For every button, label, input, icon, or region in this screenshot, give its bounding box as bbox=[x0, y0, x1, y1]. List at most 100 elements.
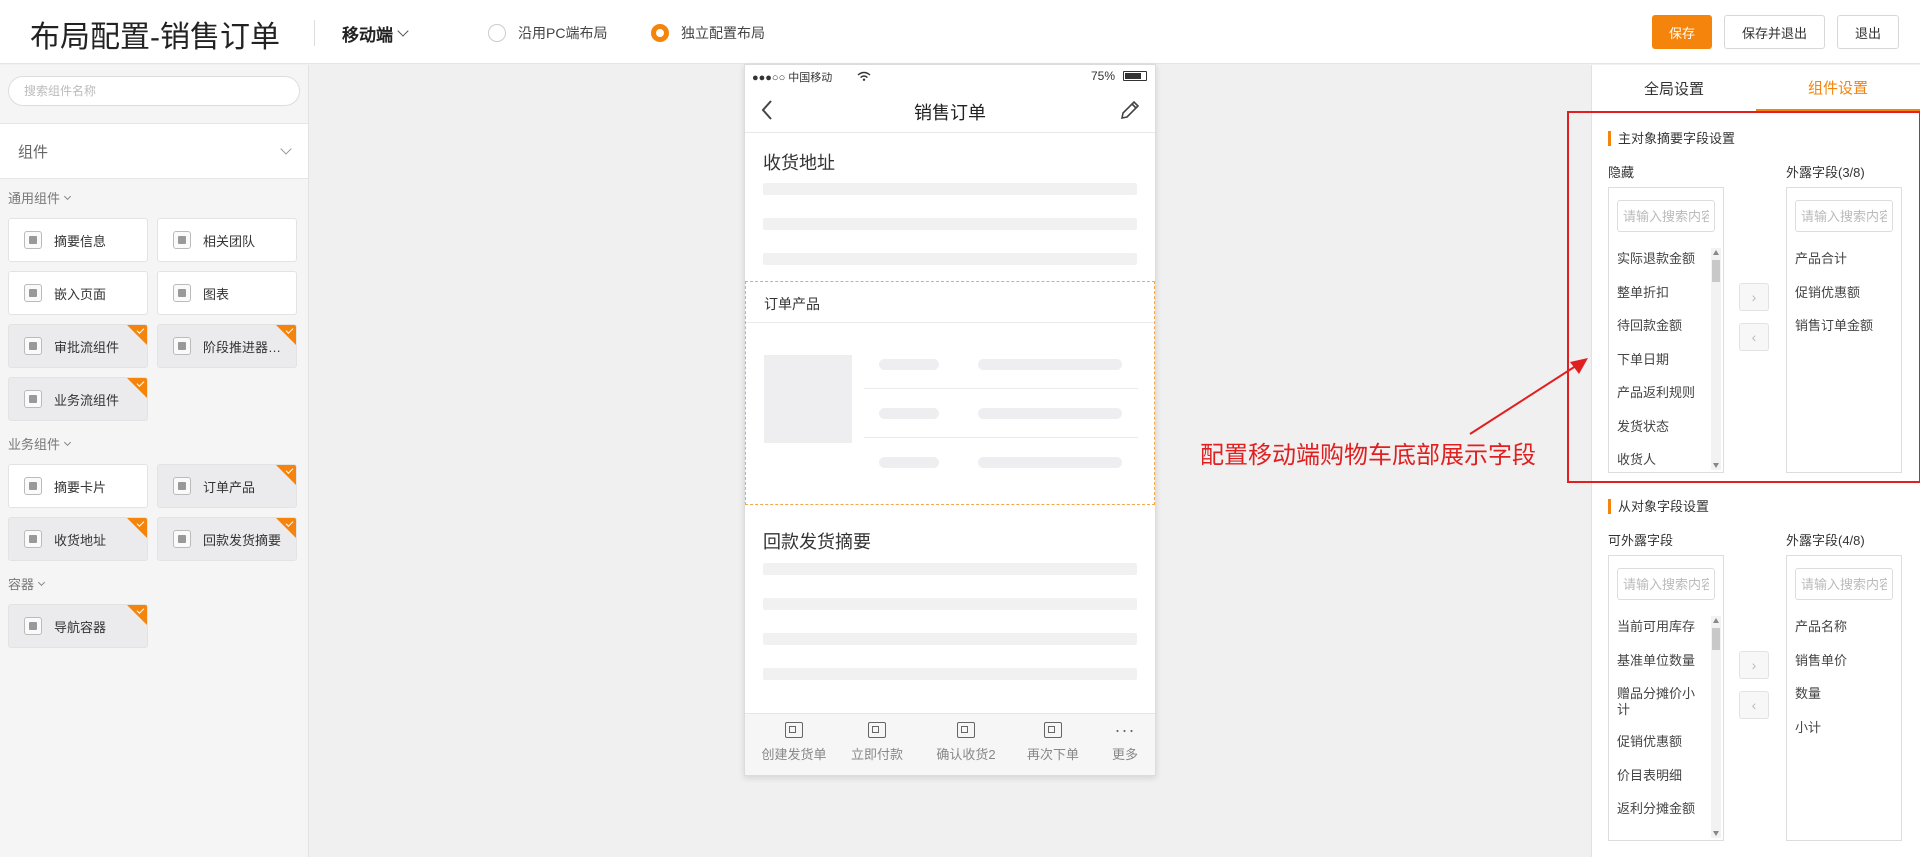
scroll-down-icon bbox=[1713, 831, 1719, 836]
save-button[interactable]: 保存 bbox=[1652, 15, 1712, 49]
available-fields-search[interactable] bbox=[1617, 568, 1715, 600]
device-dropdown[interactable]: 移动端 bbox=[342, 21, 409, 46]
main-settings-title: 主对象摘要字段设置 bbox=[1608, 131, 1735, 146]
sub-exposed-fields-list[interactable]: 产品名称 销售单价 数量 小计 bbox=[1786, 555, 1902, 841]
action-pay-now[interactable]: 立即付款 bbox=[845, 722, 909, 763]
tile-chart[interactable]: 图表 bbox=[157, 271, 297, 315]
available-fields-list[interactable]: 当前可用库存 基准单位数量 赠品分摊价小计 促销优惠额 价目表明细 返利分摊金额 bbox=[1608, 555, 1724, 841]
chevron-down-icon bbox=[63, 438, 72, 446]
page-title: 布局配置-销售订单 bbox=[30, 21, 280, 54]
action-label: 立即付款 bbox=[850, 747, 903, 762]
tile-summary-card[interactable]: 摘要卡片 bbox=[8, 464, 148, 508]
list-item[interactable]: 待回款金额 bbox=[1617, 318, 1705, 334]
available-fields-label: 可外露字段 bbox=[1608, 533, 1674, 548]
component-search-input[interactable] bbox=[8, 76, 300, 106]
tile-nav-container[interactable]: 导航容器 bbox=[8, 604, 148, 648]
radio-independent-layout[interactable]: 独立配置布局 bbox=[651, 23, 765, 43]
added-check-icon bbox=[127, 518, 147, 538]
list-item[interactable]: 销售单价 bbox=[1795, 653, 1883, 669]
chart-icon bbox=[173, 284, 191, 302]
tile-stage-progress[interactable]: 阶段推进器组件 bbox=[157, 324, 297, 368]
tile-payment-summary[interactable]: 回款发货摘要 bbox=[157, 517, 297, 561]
tile-shipping-address[interactable]: 收货地址 bbox=[8, 517, 148, 561]
skeleton-pill bbox=[879, 408, 939, 419]
section-order-products-title: 订单产品 bbox=[764, 296, 820, 312]
tile-business-flow[interactable]: 业务流组件 bbox=[8, 377, 148, 421]
action-reorder[interactable]: 再次下单 bbox=[1023, 722, 1083, 763]
tile-order-products[interactable]: 订单产品 bbox=[157, 464, 297, 508]
skeleton-bar bbox=[763, 183, 1137, 195]
sub-move-right-button[interactable]: › bbox=[1739, 651, 1769, 679]
list-item[interactable]: 赠品分摊价小计 bbox=[1617, 686, 1705, 718]
components-collapse-header[interactable]: 组件 bbox=[0, 123, 308, 179]
move-right-button[interactable]: › bbox=[1739, 283, 1769, 311]
tab-global-settings[interactable]: 全局设置 bbox=[1592, 65, 1756, 111]
exit-button[interactable]: 退出 bbox=[1837, 15, 1899, 49]
added-check-icon bbox=[276, 518, 296, 538]
tile-embed-page[interactable]: 嵌入页面 bbox=[8, 271, 148, 315]
top-header: 布局配置-销售订单 移动端 沿用PC端布局 独立配置布局 保存 保存并退出 退出 bbox=[0, 0, 1920, 64]
save-exit-button[interactable]: 保存并退出 bbox=[1724, 15, 1825, 49]
hidden-fields-search[interactable] bbox=[1617, 200, 1715, 232]
action-more[interactable]: ··· 更多 bbox=[1105, 720, 1145, 763]
list-item[interactable]: 收货人 bbox=[1617, 452, 1705, 468]
section-address-title: 收货地址 bbox=[763, 153, 835, 173]
edit-pencil-icon[interactable] bbox=[1119, 99, 1141, 121]
skeleton-pill bbox=[978, 457, 1122, 468]
scrollbar-thumb[interactable] bbox=[1712, 260, 1720, 282]
exposed-fields-list[interactable]: 产品合计 促销优惠额 销售订单金额 bbox=[1786, 187, 1902, 473]
list-item[interactable]: 产品合计 bbox=[1795, 251, 1883, 267]
tile-label: 图表 bbox=[203, 286, 230, 302]
action-label: 确认收货2 bbox=[936, 747, 996, 762]
divider bbox=[746, 322, 1154, 323]
skeleton-pill bbox=[879, 457, 939, 468]
list-item[interactable]: 返利分摊金额 bbox=[1617, 801, 1705, 817]
skeleton-bar bbox=[763, 253, 1137, 265]
list-item[interactable]: 基准单位数量 bbox=[1617, 653, 1705, 669]
radio-use-pc-layout[interactable]: 沿用PC端布局 bbox=[488, 23, 607, 43]
component-icon bbox=[957, 722, 975, 738]
list-item[interactable]: 产品名称 bbox=[1795, 619, 1883, 635]
component-icon bbox=[24, 337, 42, 355]
list-item[interactable]: 小计 bbox=[1795, 720, 1883, 736]
list-item[interactable]: 下单日期 bbox=[1617, 352, 1705, 368]
tile-approval-flow[interactable]: 审批流组件 bbox=[8, 324, 148, 368]
scrollbar[interactable] bbox=[1711, 616, 1721, 838]
scrollbar[interactable] bbox=[1711, 248, 1721, 470]
group-container[interactable]: 容器 bbox=[8, 574, 46, 593]
list-item[interactable]: 当前可用库存 bbox=[1617, 619, 1705, 635]
list-item[interactable]: 促销优惠额 bbox=[1617, 734, 1705, 750]
scrollbar-thumb[interactable] bbox=[1712, 628, 1720, 650]
skeleton-pill bbox=[978, 408, 1122, 419]
list-item[interactable]: 发货状态 bbox=[1617, 419, 1705, 435]
tile-related-team[interactable]: 相关团队 bbox=[157, 218, 297, 262]
move-left-button[interactable]: ‹ bbox=[1739, 323, 1769, 351]
list-item[interactable]: 实际退款金额 bbox=[1617, 251, 1705, 267]
tile-label: 摘要信息 bbox=[54, 233, 107, 249]
skeleton-bar bbox=[763, 633, 1137, 645]
exposed-fields-search[interactable] bbox=[1795, 200, 1893, 232]
status-bar: ●●●○○ 中国移动 75% bbox=[745, 65, 1155, 87]
divider bbox=[864, 388, 1138, 389]
sub-move-left-button[interactable]: ‹ bbox=[1739, 691, 1769, 719]
group-business[interactable]: 业务组件 bbox=[8, 434, 72, 453]
tab-component-settings[interactable]: 组件设置 bbox=[1756, 65, 1920, 111]
list-item[interactable]: 整单折扣 bbox=[1617, 285, 1705, 301]
more-dots-icon: ··· bbox=[1114, 720, 1136, 740]
chevron-down-icon bbox=[37, 578, 46, 586]
list-item[interactable]: 销售订单金额 bbox=[1795, 318, 1883, 334]
group-general[interactable]: 通用组件 bbox=[8, 188, 72, 207]
list-item[interactable]: 促销优惠额 bbox=[1795, 285, 1883, 301]
hidden-fields-list[interactable]: 实际退款金额 整单折扣 待回款金额 下单日期 产品返利规则 发货状态 收货人 bbox=[1608, 187, 1724, 473]
sub-settings-title: 从对象字段设置 bbox=[1608, 499, 1709, 514]
order-products-component[interactable]: 订单产品 bbox=[745, 281, 1155, 505]
tile-summary-info[interactable]: 摘要信息 bbox=[8, 218, 148, 262]
phone-action-bar: 创建发货单 立即付款 确认收货2 再次下单 ··· 更多 bbox=[745, 713, 1155, 775]
list-item[interactable]: 产品返利规则 bbox=[1617, 385, 1705, 401]
tile-label: 导航容器 bbox=[54, 619, 107, 635]
action-confirm-receipt[interactable]: 确认收货2 bbox=[931, 722, 1001, 763]
action-create-shipment[interactable]: 创建发货单 bbox=[759, 722, 829, 763]
sub-exposed-fields-search[interactable] bbox=[1795, 568, 1893, 600]
list-item[interactable]: 数量 bbox=[1795, 686, 1883, 702]
list-item[interactable]: 价目表明细 bbox=[1617, 768, 1705, 784]
